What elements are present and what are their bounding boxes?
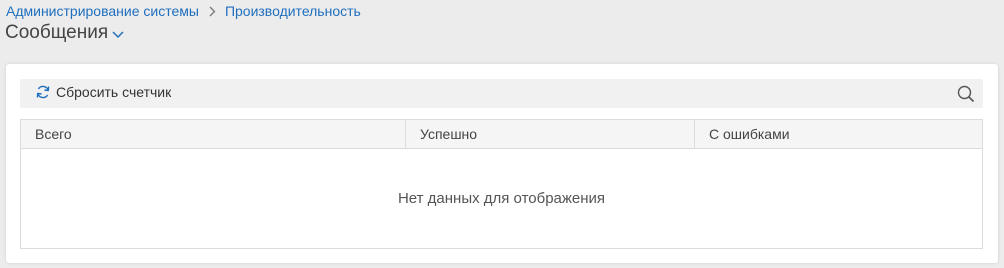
refresh-icon xyxy=(35,84,51,100)
breadcrumb: Администрирование системы Производительн… xyxy=(6,3,361,19)
column-header-success[interactable]: Успешно xyxy=(405,120,694,148)
reset-counter-label: Сбросить счетчик xyxy=(56,84,172,100)
empty-state-message: Нет данных для отображения xyxy=(397,190,606,207)
breadcrumb-item-performance[interactable]: Производительность xyxy=(225,3,361,19)
chevron-down-icon xyxy=(112,30,124,39)
page-title[interactable]: Сообщения xyxy=(5,22,124,44)
chevron-right-icon xyxy=(209,6,216,17)
page-title-text: Сообщения xyxy=(5,22,109,43)
data-grid: Всего Успешно С ошибками Нет данных для … xyxy=(20,119,983,249)
messages-panel: Сбросить счетчик Всего Успешно С ошибкам… xyxy=(6,64,998,263)
toolbar: Сбросить счетчик xyxy=(20,79,983,108)
reset-counter-button[interactable]: Сбросить счетчик xyxy=(35,84,171,100)
search-icon xyxy=(957,85,975,103)
column-header-errors[interactable]: С ошибками xyxy=(694,120,982,148)
grid-header: Всего Успешно С ошибками xyxy=(21,120,982,149)
breadcrumb-item-system-admin[interactable]: Администрирование системы xyxy=(6,3,199,19)
column-header-total[interactable]: Всего xyxy=(21,120,405,148)
search-button[interactable] xyxy=(956,84,976,104)
